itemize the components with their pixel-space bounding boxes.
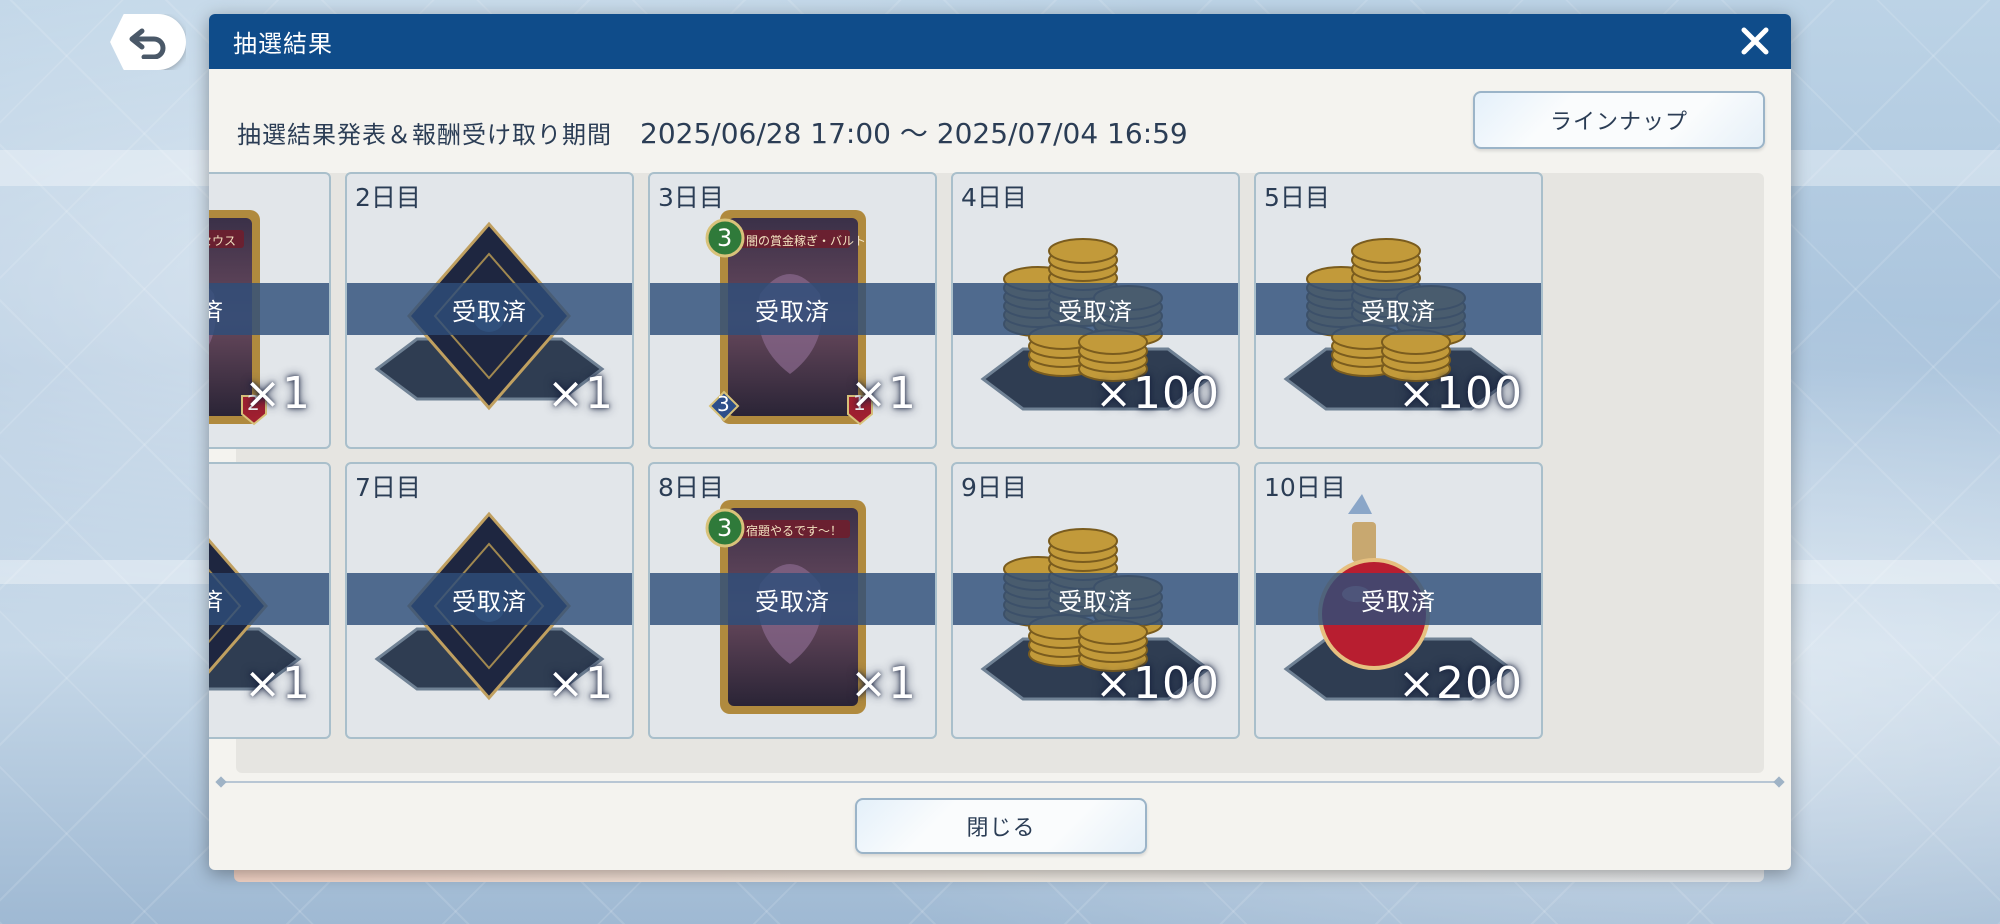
claimed-badge: 受取済 xyxy=(347,283,632,335)
divider xyxy=(219,781,1781,783)
reward-quantity: ×100 xyxy=(1095,658,1220,709)
claimed-badge: 受取済 xyxy=(209,573,329,625)
reward-quantity: ×200 xyxy=(1398,658,1523,709)
day-label: 7日目 xyxy=(355,473,421,502)
card-name: 宿題やるです～！ xyxy=(746,524,843,538)
day-label: 10日目 xyxy=(1264,473,1346,502)
reward-cell-day-3[interactable]: 3日目 闇の賞金稼ぎ・バルト 3 3 1 受取済 ×1 xyxy=(648,172,937,449)
close-icon xyxy=(1741,27,1769,55)
card-cost: 3 xyxy=(717,224,733,252)
reward-quantity: ×1 xyxy=(547,658,614,709)
close-button[interactable]: 閉じる xyxy=(855,798,1147,854)
period-value: 2025/06/28 17:00 ～ 2025/07/04 16:59 xyxy=(640,117,1188,150)
lineup-button[interactable]: ラインナップ xyxy=(1473,91,1765,149)
dialog-title: 抽選結果 xyxy=(233,30,333,58)
claimed-badge: 受取済 xyxy=(953,283,1238,335)
reward-cell-day-8[interactable]: 8日目 宿題やるです～！ 3 受取済 ×1 xyxy=(648,462,937,739)
card-name: 闇の賞金稼ぎ・バルト xyxy=(746,234,867,248)
reward-period: 抽選結果発表＆報酬受け取り期間 2025/06/28 17:00 ～ 2025/… xyxy=(237,112,1188,152)
back-button[interactable] xyxy=(110,14,186,70)
reward-cell-day-9[interactable]: 9日目 受取済 ×100 xyxy=(951,462,1240,739)
claimed-badge: 受取済 xyxy=(1256,283,1541,335)
reward-cell-day-4[interactable]: 4日目 受取済 ×100 xyxy=(951,172,1240,449)
period-label: 抽選結果発表＆報酬受け取り期間 xyxy=(237,120,612,149)
reward-quantity: ×100 xyxy=(1398,368,1523,419)
reward-quantity: ×1 xyxy=(244,658,311,709)
day-label: 4日目 xyxy=(961,183,1027,212)
lottery-result-dialog: 抽選結果 抽選結果発表＆報酬受け取り期間 2025/06/28 17:00 ～ … xyxy=(209,14,1791,870)
day-label: 3日目 xyxy=(658,183,724,212)
claimed-badge: 受取済 xyxy=(953,573,1238,625)
reward-quantity: ×1 xyxy=(547,368,614,419)
reward-cell-day-1[interactable]: 1日目 救贖のリノセウス 3 0 2 受取済 ×1 xyxy=(209,172,331,449)
day-label: 9日目 xyxy=(961,473,1027,502)
card-attack: 3 xyxy=(717,392,730,416)
reward-cell-day-6[interactable]: 6日目 受取済 ×1 xyxy=(209,462,331,739)
reward-cell-day-5[interactable]: 5日目 受取済 ×100 xyxy=(1254,172,1543,449)
reward-quantity: ×1 xyxy=(244,368,311,419)
day-label: 2日目 xyxy=(355,183,421,212)
reward-quantity: ×1 xyxy=(850,368,917,419)
reward-cell-day-7[interactable]: 7日目 受取済 ×1 xyxy=(345,462,634,739)
claimed-badge: 受取済 xyxy=(209,283,329,335)
claimed-badge: 受取済 xyxy=(650,573,935,625)
claimed-badge: 受取済 xyxy=(650,283,935,335)
dialog-header: 抽選結果 xyxy=(209,14,1791,69)
card-name: 救贖のリノセウス xyxy=(209,234,237,248)
claimed-badge: 受取済 xyxy=(347,573,632,625)
close-x-button[interactable] xyxy=(1737,23,1773,59)
reward-cell-day-10[interactable]: 10日目 受取済 ×200 xyxy=(1254,462,1543,739)
claimed-badge: 受取済 xyxy=(1256,573,1541,625)
back-arrow-icon xyxy=(129,28,166,59)
day-label: 5日目 xyxy=(1264,183,1330,212)
card-cost: 3 xyxy=(717,514,733,542)
reward-quantity: ×100 xyxy=(1095,368,1220,419)
day-label: 8日目 xyxy=(658,473,724,502)
reward-quantity: ×1 xyxy=(850,658,917,709)
reward-cell-day-2[interactable]: 2日目 受取済 ×1 xyxy=(345,172,634,449)
